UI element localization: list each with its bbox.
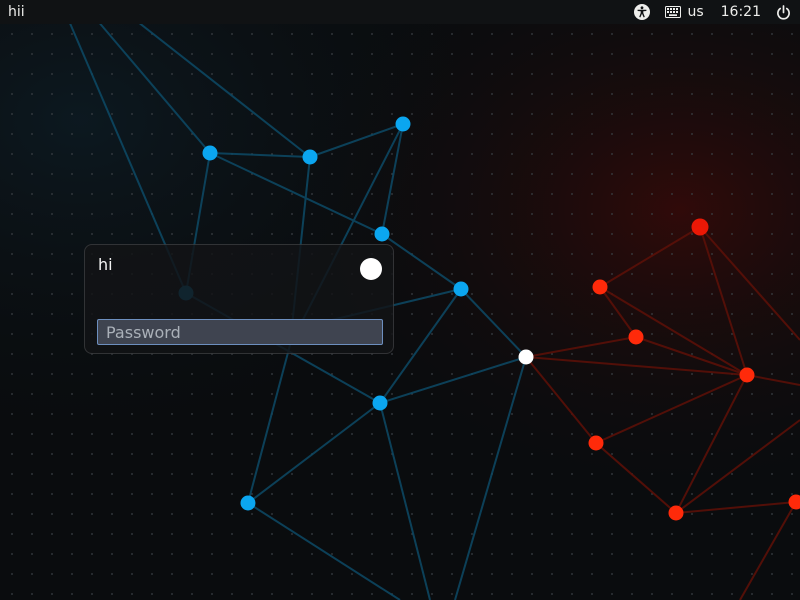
password-input[interactable] bbox=[97, 319, 383, 345]
keyboard-layout-menu[interactable]: us bbox=[665, 0, 720, 24]
junction-node bbox=[518, 349, 534, 365]
top-bar-status-area: us 16:21 bbox=[634, 0, 800, 24]
clock: 16:21 bbox=[720, 4, 761, 20]
power-icon bbox=[777, 4, 790, 20]
hostname-label: hii bbox=[8, 4, 25, 20]
session-selector-button[interactable] bbox=[360, 258, 382, 280]
keyboard-icon bbox=[665, 6, 682, 18]
keyboard-layout-label: us bbox=[687, 4, 704, 20]
power-menu[interactable] bbox=[776, 0, 800, 24]
username-label: hi bbox=[98, 255, 113, 274]
accessibility-icon bbox=[634, 4, 651, 20]
top-bar: hii us 16:21 bbox=[0, 0, 800, 24]
accessibility-menu[interactable] bbox=[634, 0, 665, 24]
login-panel: hi bbox=[84, 244, 394, 354]
